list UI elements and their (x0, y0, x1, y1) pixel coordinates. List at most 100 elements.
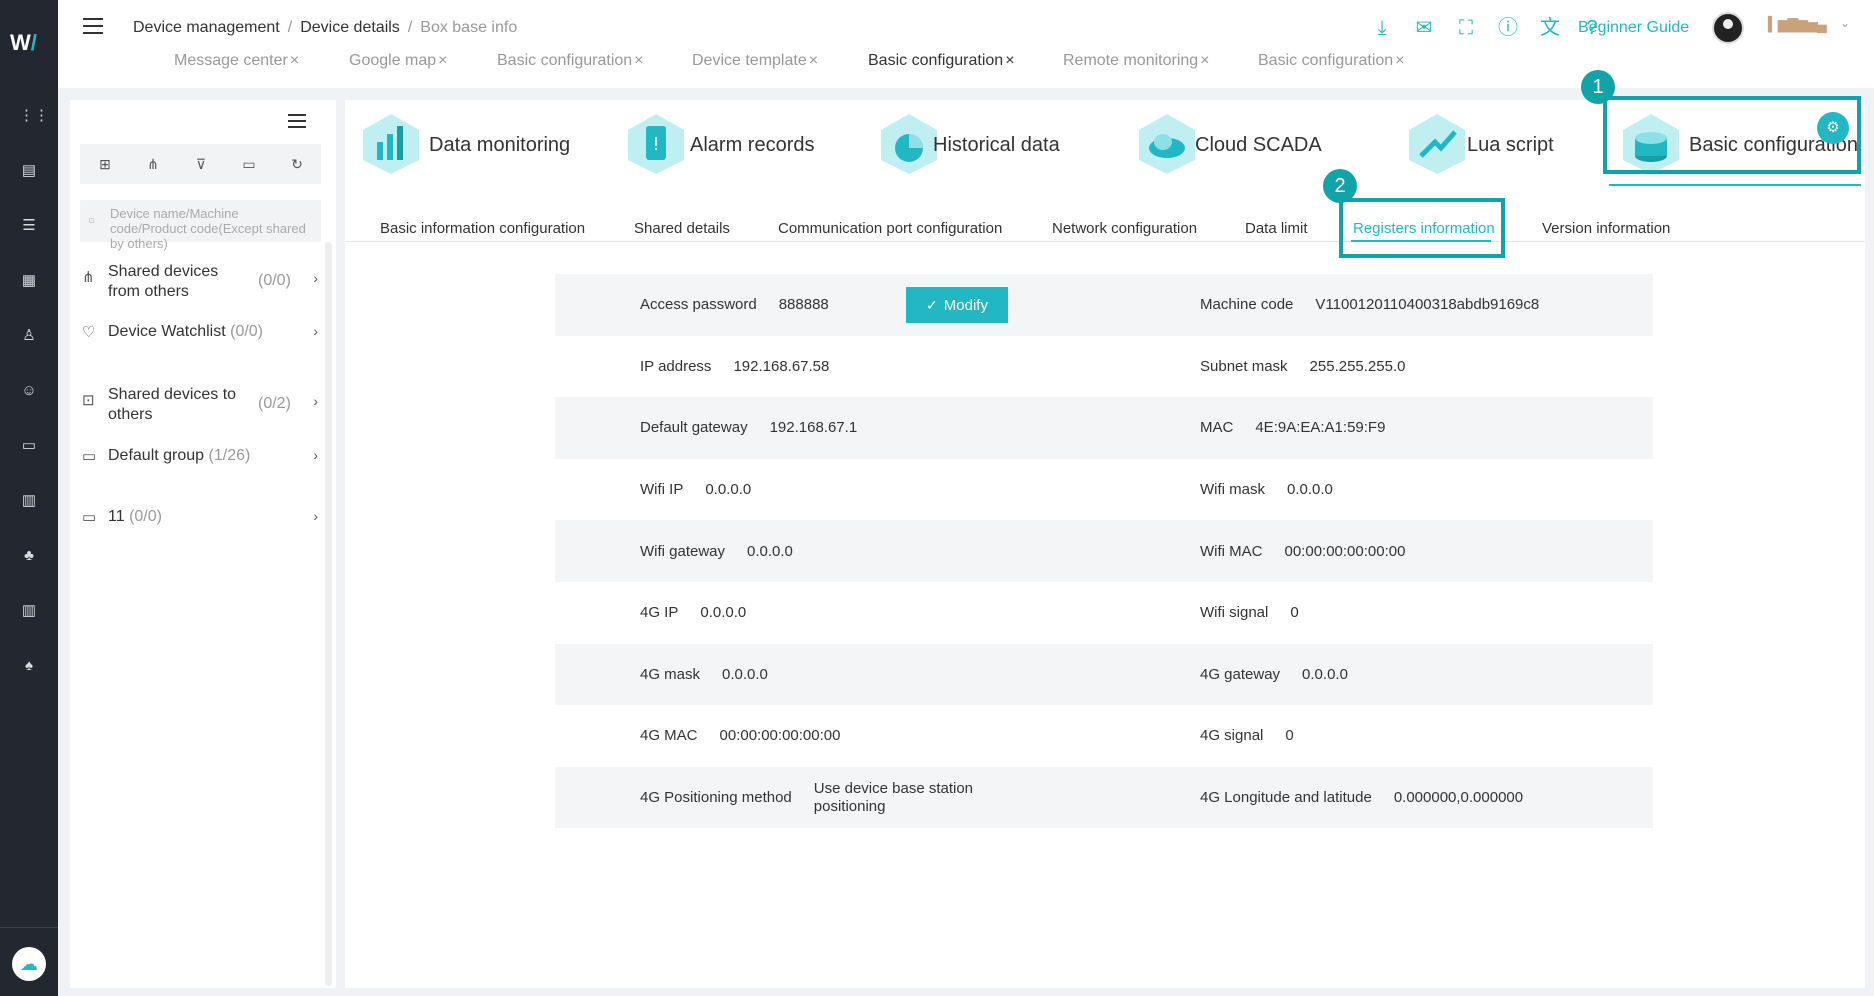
app-rail: W/ ⋮⋮ ▤ ☰ ▦ ♙ ☺ ▭ ▥ ♣ ▥ ♠ ☁ (0, 0, 58, 996)
feature-historical-data[interactable]: Historical data (877, 112, 1077, 182)
breadcrumb-item[interactable]: Device management (133, 19, 280, 36)
close-icon: × (1005, 52, 1015, 69)
info-icon[interactable]: ⓘ (1496, 16, 1520, 40)
collapse-panel-icon[interactable] (288, 114, 306, 128)
field-label: Wifi signal (1200, 604, 1269, 622)
close-icon: × (808, 52, 819, 69)
alarm-records-icon: ! (628, 114, 684, 174)
tab-basic-information-configuration[interactable]: Basic information configuration (380, 220, 585, 237)
translate-icon[interactable]: 文 (1538, 16, 1562, 40)
user-name[interactable]: ▍▆▇▆▅▄ (1768, 16, 1827, 33)
registers-info-grid: Access password 888888 ✓ Modify Machine co… (555, 274, 1653, 829)
cloud-icon[interactable]: ☁ (12, 947, 46, 981)
share-icon[interactable]: ⋔ (143, 154, 163, 174)
close-icon: × (1395, 52, 1405, 69)
chevron-right-icon: › (313, 323, 318, 339)
field-value: 0.000000,0.000000 (1393, 789, 1524, 807)
chevron-right-icon: › (313, 393, 318, 409)
alarm-icon[interactable]: ♙ (19, 326, 39, 346)
menu-toggle-icon[interactable] (83, 18, 103, 36)
info-row: 4G MAC 00:00:00:00:00:00 4G signal 0 (555, 705, 1653, 767)
tree-item-shared-from[interactable]: ⋔ Shared devices from others (0/0) › (78, 262, 318, 306)
folder-icon[interactable]: ▭ (239, 154, 259, 174)
stats-icon[interactable]: ▥ (19, 601, 39, 621)
close-icon: × (634, 52, 644, 69)
tree-item-default-group[interactable]: ▭ Default group (1/26) › (78, 446, 318, 470)
breadcrumb-item[interactable]: Device details (300, 19, 400, 36)
tab-data-limit[interactable]: Data limit (1245, 220, 1308, 237)
building-icon[interactable]: ▤ (19, 161, 39, 181)
device-tree-panel: ⊞ ⋔ ⊽ ▭ ↻ ○ Device name/Machine code/Pro… (70, 100, 336, 988)
list-icon[interactable]: ☰ (19, 216, 39, 236)
tab-communication-port-configuration[interactable]: Communication port configuration (778, 220, 1002, 237)
filter-icon[interactable]: ⊽ (191, 154, 211, 174)
breadcrumb-current: Box base info (420, 19, 518, 36)
gear-icon[interactable]: ⚙ (1817, 112, 1849, 144)
field-label: Default gateway (640, 419, 748, 437)
tab-basic-configuration-active[interactable]: Basic configuration × (868, 52, 1015, 70)
user-icon[interactable]: ☺ (19, 381, 39, 401)
chevron-right-icon: › (313, 270, 318, 286)
app-logo[interactable]: W/ (10, 30, 48, 58)
folder-icon: ▭ (82, 509, 97, 526)
chevron-right-icon: › (313, 508, 318, 524)
field-label: Wifi gateway (640, 542, 726, 560)
org-icon[interactable]: ♣ (19, 546, 39, 566)
feature-data-monitoring[interactable]: Data monitoring (359, 112, 579, 182)
hierarchy-icon[interactable]: ♠ (19, 656, 39, 676)
field-value: 0.0.0.0 (705, 481, 752, 499)
bar-chart-icon[interactable]: ▥ (19, 491, 39, 511)
tab-google-map[interactable]: Google map × (349, 52, 448, 70)
field-value: 00:00:00:00:00:00 (1284, 542, 1406, 560)
fullscreen-icon[interactable]: ⛶ (1454, 16, 1478, 40)
message-icon[interactable]: ▭ (19, 436, 39, 456)
tree-item-11[interactable]: ▭ 11 (0/0) › (78, 507, 318, 531)
rail-divider (0, 927, 58, 928)
info-row: 4G mask 0.0.0.0 4G gateway 0.0.0.0 (555, 643, 1653, 706)
chat-icon[interactable]: ✉ (1412, 16, 1436, 40)
share-icon: ⋔ (82, 269, 95, 286)
feature-lua-script[interactable]: Lua script (1405, 112, 1585, 182)
info-row: IP address 192.168.67.58 Subnet mask 255.2… (555, 336, 1653, 398)
panel-scrollbar[interactable] (325, 242, 332, 986)
tree-item-shared-to[interactable]: ⊡ Shared devices to others (0/2) › (78, 385, 318, 429)
grid-icon[interactable]: ⋮⋮ (19, 106, 49, 126)
field-label: Access password (640, 296, 757, 314)
download-icon[interactable]: ⤓ (1370, 16, 1394, 40)
tab-device-template[interactable]: Device template × (692, 52, 818, 70)
feature-alarm-records[interactable]: ! Alarm records (624, 112, 824, 182)
avatar[interactable] (1712, 12, 1744, 44)
tab-remote-monitoring[interactable]: Remote monitoring × (1063, 52, 1210, 70)
tab-message-center[interactable]: Message center × (174, 52, 299, 70)
refresh-icon[interactable]: ↻ (287, 154, 307, 174)
field-label: IP address (640, 357, 712, 375)
tab-network-configuration[interactable]: Network configuration (1052, 220, 1197, 237)
callout-badge-1: 1 (1581, 70, 1615, 104)
beginner-guide-link[interactable]: Beginner Guide (1578, 19, 1689, 37)
close-icon: × (438, 52, 448, 69)
device-search[interactable]: ○ Device name/Machine code/Product code(… (80, 200, 321, 251)
heart-icon: ♡ (82, 324, 96, 341)
layout-icon[interactable]: ▦ (19, 271, 39, 291)
tab-version-information[interactable]: Version information (1542, 220, 1670, 237)
tab-shared-details[interactable]: Shared details (634, 220, 730, 237)
info-row: Default gateway 192.168.67.1 MAC 4E:9A:EA:… (555, 397, 1653, 459)
field-label: 4G Longitude and latitude (1200, 789, 1372, 807)
field-label: 4G signal (1200, 727, 1264, 745)
tab-basic-configuration-2[interactable]: Basic configuration × (1258, 52, 1405, 70)
modify-button[interactable]: ✓ Modify (906, 287, 1008, 323)
feature-cloud-scada[interactable]: Cloud SCADA (1135, 112, 1335, 182)
field-value: 0.0.0.0 (1302, 665, 1348, 683)
info-row: 4G Positioning method Use device base sta… (555, 766, 1653, 829)
search-icon: ○ (88, 213, 96, 227)
chevron-right-icon: › (313, 447, 318, 463)
add-icon[interactable]: ⊞ (95, 154, 115, 174)
tab-basic-configuration[interactable]: Basic configuration × (497, 52, 644, 70)
field-value: Use device base station positioning (813, 779, 974, 815)
info-row: Access password 888888 ✓ Modify Machine co… (555, 274, 1653, 336)
tree-item-watchlist[interactable]: ♡ Device Watchlist (0/0) › (78, 322, 318, 346)
lua-script-icon (1409, 114, 1465, 174)
feature-active-underline (1609, 184, 1861, 186)
svg-text:!: ! (653, 134, 658, 154)
chevron-down-icon[interactable]: ⌄ (1840, 16, 1850, 30)
